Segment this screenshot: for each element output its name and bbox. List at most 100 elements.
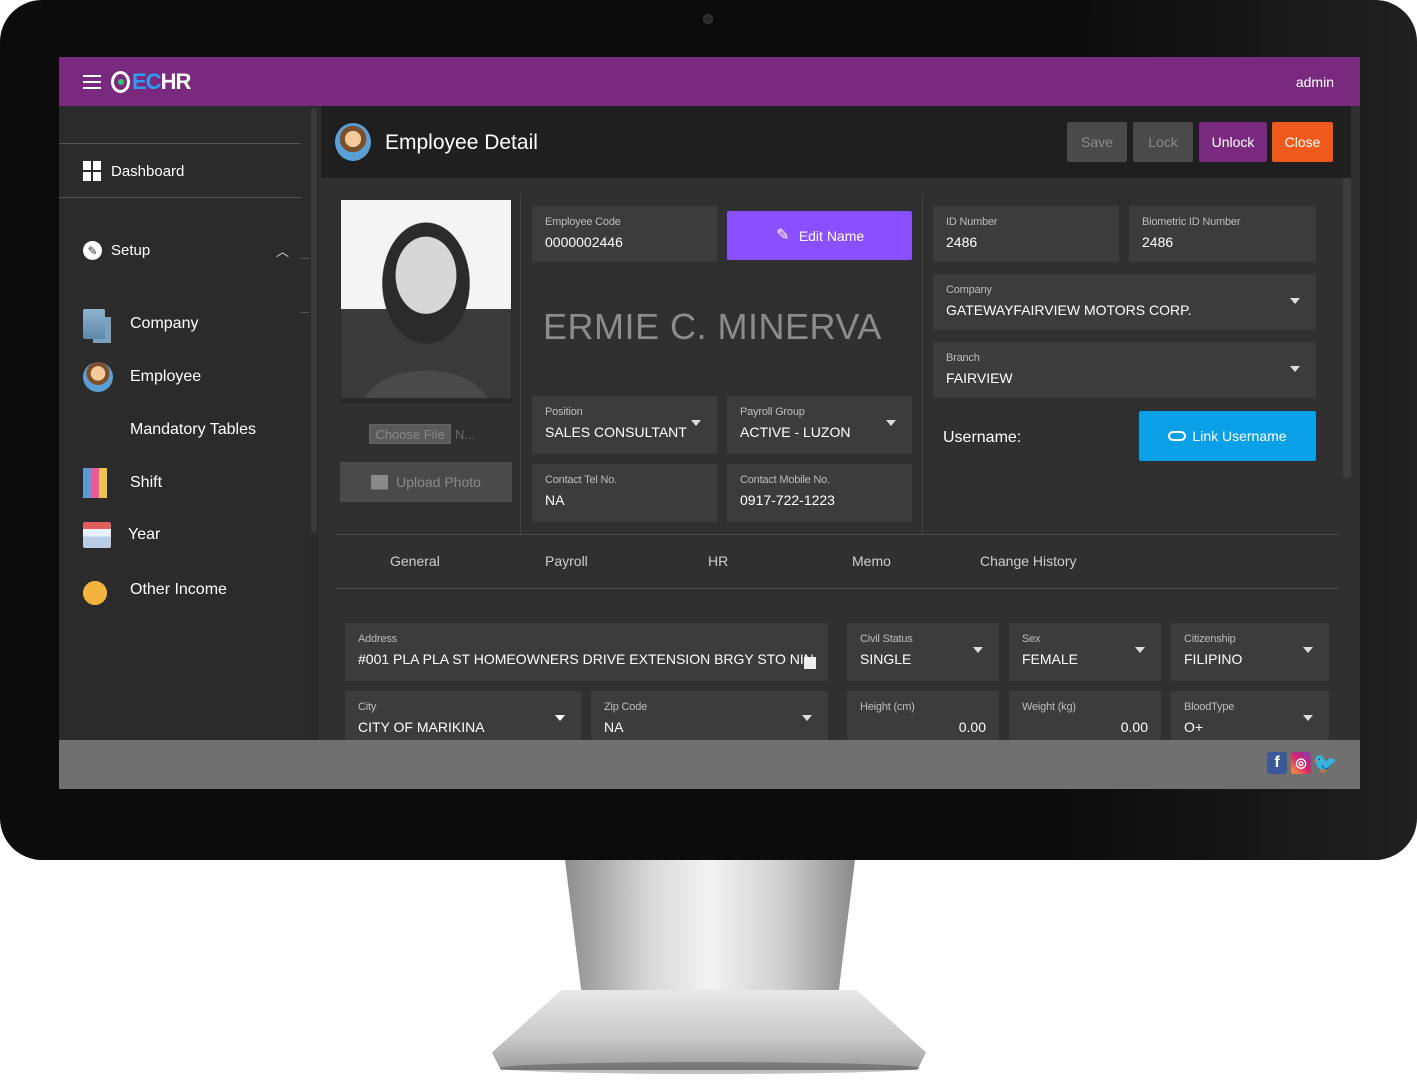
sidebar-item-label: Setup [111,242,151,259]
stand-shadow [500,1062,920,1074]
app-logo[interactable]: ECHR [111,69,191,95]
caret-down-icon [1303,715,1313,721]
sidebar-tick [301,312,309,313]
contact-mobile-field[interactable]: Contact Mobile No. 0917-722-1223 [727,464,912,522]
no-file-text: N... [455,426,476,442]
caret-down-icon [691,420,701,426]
tab-change-history[interactable]: Change History [980,553,1077,569]
instagram-icon[interactable]: ◎ [1291,752,1311,774]
payroll-group-select[interactable]: Payroll Group ACTIVE - LUZON [727,396,912,454]
tab-hr[interactable]: HR [708,553,728,569]
twitter-icon[interactable]: 🐦 [1313,752,1338,775]
sidebar-item-label: Year [128,526,161,543]
employee-avatar-icon [335,123,371,161]
branch-select[interactable]: Branch FAIRVIEW [933,342,1316,398]
caret-down-icon [802,715,812,721]
hamburger-menu-icon[interactable] [83,75,101,89]
column-divider [922,194,923,534]
company-select[interactable]: Company GATEWAYFAIRVIEW MOTORS CORP. [933,274,1316,330]
sidebar-item-year[interactable]: Year [83,522,160,548]
edit-icon[interactable] [804,657,816,669]
monitor-stand-base [492,990,926,1070]
sidebar-divider [59,197,301,198]
image-icon [371,474,389,490]
company-icon [83,309,105,339]
employee-code-field[interactable]: Employee Code 0000002446 [532,206,717,262]
caret-down-icon [1290,298,1300,304]
sidebar-item-shift[interactable]: Shift [83,468,162,498]
sidebar-item-label: Company [130,315,199,332]
monitor-scene: ECHR admin Dashboard ✎ Setup ︿ Company E… [0,0,1417,1080]
app-screen: ECHR admin Dashboard ✎ Setup ︿ Company E… [59,57,1360,789]
top-bar: ECHR admin [59,57,1360,106]
close-button[interactable]: Close [1272,122,1333,162]
sidebar-item-label: Shift [130,474,163,491]
user-menu[interactable]: admin [1296,74,1334,90]
file-chooser[interactable]: Choose File N... [369,424,475,444]
money-bag-icon [83,575,107,605]
footer: f ◎ 🐦 [59,740,1360,789]
sex-select[interactable]: Sex FEMALE [1009,623,1161,681]
biometric-id-field[interactable]: Biometric ID Number 2486 [1129,206,1316,262]
sidebar-item-setup[interactable]: ✎ Setup ︿ [83,241,289,260]
sidebar: Dashboard ✎ Setup ︿ Company Employee Man… [59,106,309,740]
dashboard-icon [83,161,101,181]
column-divider [520,194,521,534]
monitor-stand-neck [565,860,855,1000]
sidebar-item-company[interactable]: Company [83,309,198,339]
civil-status-select[interactable]: Civil Status SINGLE [847,623,999,681]
lock-button[interactable]: Lock [1133,122,1193,162]
caret-down-icon [1135,647,1145,653]
tab-memo[interactable]: Memo [852,553,891,569]
sidebar-item-label: Mandatory Tables [130,421,256,438]
sidebar-item-label: Employee [130,368,202,385]
page-title: Employee Detail [385,131,538,154]
caret-down-icon [1290,366,1300,372]
sidebar-tick [301,258,309,259]
wrench-icon: ✎ [83,241,102,260]
username-label: Username: [943,429,1022,446]
citizenship-select[interactable]: Citizenship FILIPINO [1171,623,1329,681]
employee-icon [83,362,113,392]
sidebar-item-mandatory-tables[interactable]: Mandatory Tables [83,414,256,446]
id-number-field[interactable]: ID Number 2486 [933,206,1119,262]
employee-name: ERMIE C. MINERVA [543,306,882,347]
contact-tel-field[interactable]: Contact Tel No. NA [532,464,717,522]
sidebar-item-dashboard[interactable]: Dashboard [83,161,184,181]
unlock-button[interactable]: Unlock [1199,122,1267,162]
employee-photo-frame [340,200,512,403]
tab-payroll[interactable]: Payroll [545,553,588,569]
webcam-icon [703,14,713,24]
calendar-icon [83,522,111,548]
facebook-icon[interactable]: f [1267,752,1287,774]
link-icon [1168,431,1187,441]
caret-down-icon [1303,647,1313,653]
sidebar-scrollbar[interactable] [309,106,319,740]
tabs-divider [336,534,1339,535]
chevron-up-icon[interactable]: ︿ [276,241,289,260]
address-field[interactable]: Address #001 PLA PLA ST HOMEOWNERS DRIVE… [345,623,828,681]
caret-down-icon [973,647,983,653]
sidebar-item-other-income[interactable]: Other Income [83,575,227,605]
tabs-divider [336,588,1339,589]
pencil-icon: ✎ [776,226,790,244]
caret-down-icon [555,715,565,721]
choose-file-button[interactable]: Choose File [369,424,451,444]
shift-icon [83,468,107,498]
logo-mark-icon [111,71,130,93]
sidebar-scrollbar-thumb[interactable] [311,108,317,533]
tab-general[interactable]: General [390,553,440,569]
upload-photo-button[interactable]: Upload Photo [340,462,512,502]
main-scrollbar[interactable] [1343,178,1351,478]
sidebar-item-employee[interactable]: Employee [83,362,201,392]
grid-icon [83,414,113,446]
sidebar-divider [59,143,301,144]
sidebar-item-label: Other Income [130,581,227,598]
sidebar-item-label: Dashboard [111,162,185,180]
link-username-button[interactable]: Link Username [1139,411,1316,461]
caret-down-icon [886,420,896,426]
employee-photo [341,200,511,398]
save-button[interactable]: Save [1067,122,1127,162]
edit-name-button[interactable]: ✎ Edit Name [727,211,912,260]
position-select[interactable]: Position SALES CONSULTANT [532,396,717,454]
